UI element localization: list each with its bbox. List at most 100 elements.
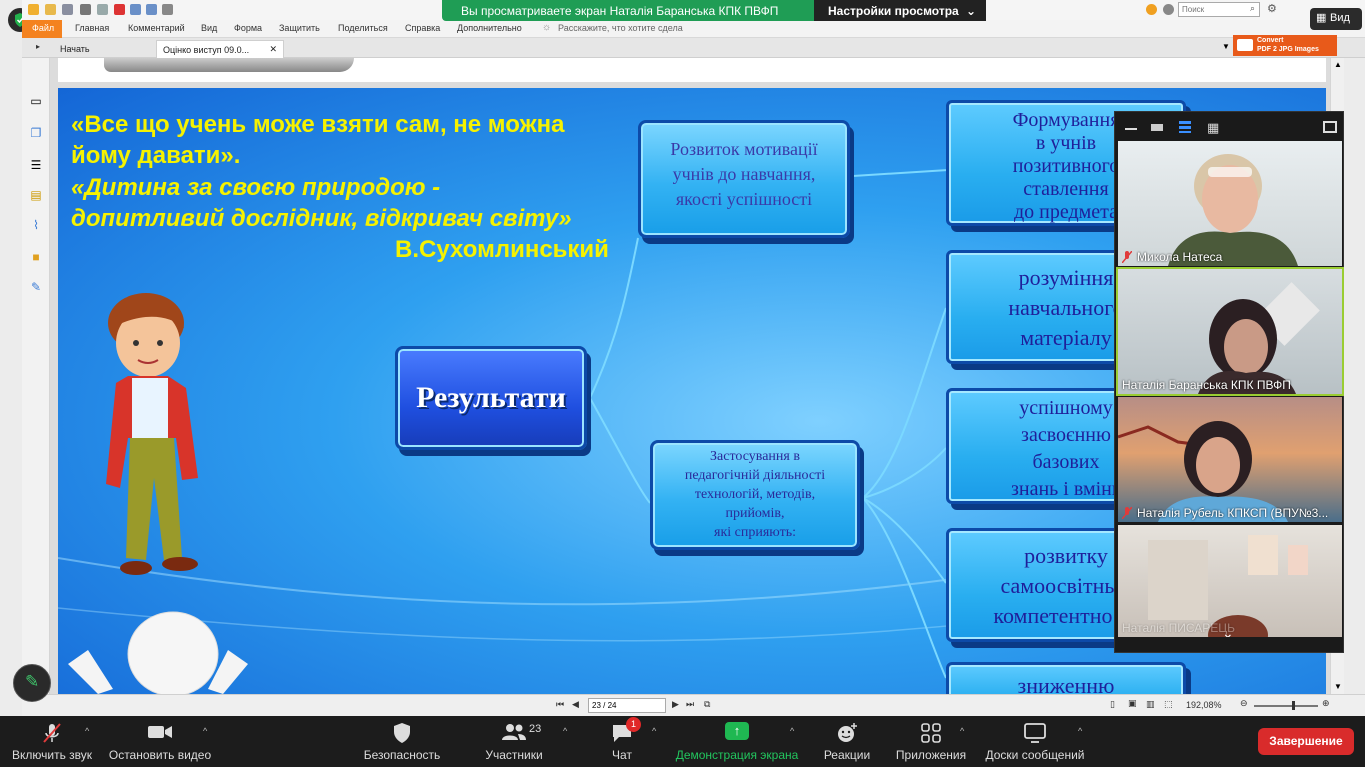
reactions-button[interactable]: Реакции [818, 716, 876, 767]
quote-author: В.Сухомлинський [395, 236, 609, 263]
search-icon[interactable]: ⌕ [1250, 3, 1255, 14]
prev-page-icon[interactable]: ◀ [572, 699, 579, 710]
page-view-icon[interactable]: ⧉ [704, 699, 710, 710]
page-icon[interactable]: ▭ [29, 94, 43, 108]
minimize-icon[interactable] [1125, 128, 1137, 130]
tab-comment[interactable]: Комментарий [128, 23, 185, 33]
settings-icon[interactable]: ⚙ [1267, 2, 1277, 15]
whiteboards-button[interactable]: Доски сообщений [980, 716, 1090, 767]
dropdown-icon[interactable]: ▼ [1222, 42, 1230, 51]
participants-button[interactable]: 23 Участники [478, 716, 550, 767]
tab-protect[interactable]: Защитить [279, 23, 320, 33]
share-options-caret[interactable]: ^ [790, 726, 794, 736]
meeting-toolbar: Включить звук ^ Остановить видео ^ Безоп… [0, 716, 1365, 767]
application-line-1: Застосування в [710, 449, 800, 464]
unmute-button[interactable]: Включить звук [4, 716, 100, 767]
participant-tile[interactable]: Микола Натеса [1118, 141, 1342, 266]
zoom-slider-thumb[interactable] [1292, 701, 1295, 710]
copy-icon[interactable] [97, 4, 108, 15]
zoom-level[interactable]: 192,08% [1186, 700, 1222, 710]
strip-view-icon[interactable] [1179, 121, 1191, 133]
close-icon[interactable]: ✕ [269, 44, 277, 55]
chat-button[interactable]: 1 Чат [602, 716, 642, 767]
tab-help[interactable]: Справка [405, 23, 440, 33]
tab-home[interactable]: Главная [75, 23, 109, 33]
whiteboards-options-caret[interactable]: ^ [1078, 726, 1082, 736]
new-doc-icon[interactable] [114, 4, 125, 15]
scroll-down-icon[interactable]: ▼ [1334, 682, 1342, 691]
view-label: Вид [1330, 12, 1350, 24]
speaker-view-icon[interactable] [1151, 124, 1163, 131]
motivation-line-3: якості успішності [675, 189, 813, 209]
apps-icon [921, 723, 941, 743]
apps-button[interactable]: Приложения [892, 716, 970, 767]
redo-icon[interactable] [146, 4, 157, 15]
lock-icon[interactable]: ■ [29, 250, 43, 264]
view-settings-button[interactable]: Настройки просмотра ⌄ [814, 0, 986, 21]
open-icon[interactable] [28, 4, 39, 15]
end-meeting-button[interactable]: Завершение [1258, 728, 1354, 755]
tab-form[interactable]: Форма [234, 23, 262, 33]
hand-tool-icon[interactable] [162, 4, 173, 15]
participant-name: Наталія Рубель КПКСП (ВПУ№3... [1122, 506, 1328, 520]
comments-icon[interactable]: ▤ [29, 188, 43, 202]
tell-me-field[interactable]: Расскажите, что хотите сдела [558, 23, 683, 33]
video-options-caret[interactable]: ^ [203, 726, 207, 736]
participant-tile[interactable]: Наталія Баранська КПК ПВФП [1116, 267, 1344, 396]
participant-name: Наталія ПИСАРЕЦЬ [1122, 621, 1235, 635]
apps-options-caret[interactable]: ^ [960, 726, 964, 736]
chat-options-caret[interactable]: ^ [652, 726, 656, 736]
view-button[interactable]: ▦ Вид [1310, 8, 1362, 30]
audio-options-caret[interactable]: ^ [85, 726, 89, 736]
first-page-icon[interactable]: ⏮ [556, 699, 564, 710]
fit-width-icon[interactable]: ⬚ [1164, 699, 1173, 710]
facing-page-icon[interactable]: ▥ [1146, 699, 1155, 710]
scroll-up-icon[interactable]: ▲ [1334, 60, 1342, 69]
application-box: Застосування в педагогічній діяльності т… [650, 440, 860, 550]
participants-icon [502, 724, 526, 740]
tab-share[interactable]: Поделиться [338, 23, 388, 33]
continuous-page-icon[interactable]: ▣ [1128, 698, 1137, 709]
folder-icon[interactable] [45, 4, 56, 15]
stop-video-button[interactable]: Остановить видео [106, 716, 214, 767]
zoom-in-icon[interactable]: ⊕ [1322, 698, 1330, 709]
annotate-pen-button[interactable]: ✎ [13, 664, 51, 702]
user-icon[interactable] [1163, 4, 1174, 15]
tab-extra[interactable]: Дополнительно [457, 23, 522, 33]
document-tabs: ▸ Начать Оцiнко виступ 09.0... ✕ ▼ Conve… [22, 35, 1365, 58]
convert-ad-banner[interactable]: Convert PDF 2 JPG Images [1233, 35, 1337, 56]
tab-view[interactable]: Вид [201, 23, 217, 33]
participant-tile[interactable]: Наталія Рубель КПКСП (ВПУ№3... [1118, 397, 1342, 522]
signature-icon[interactable]: ✎ [29, 280, 43, 294]
undo-icon[interactable] [130, 4, 141, 15]
pages-icon[interactable]: ❐ [29, 126, 43, 140]
gallery-view-icon[interactable]: ▦ [1207, 121, 1219, 134]
bulb-icon[interactable] [1146, 4, 1157, 15]
share-screen-label: Демонстрация экрана [675, 748, 799, 762]
security-button[interactable]: Безопасность [358, 716, 446, 767]
attachment-icon[interactable]: ⌇ [29, 218, 43, 232]
search-input[interactable] [1178, 2, 1260, 17]
participants-label: Участники [485, 748, 543, 762]
convert-ad-line2: PDF 2 JPG Images [1257, 46, 1319, 53]
tab-document[interactable]: Оцiнко виступ 09.0... ✕ [156, 40, 284, 58]
participants-options-caret[interactable]: ^ [563, 726, 567, 736]
share-screen-button[interactable]: ↑ Демонстрация экрана [672, 716, 802, 767]
tab-file[interactable]: Файл [22, 20, 62, 38]
tab-start[interactable]: Начать [54, 40, 96, 58]
single-page-icon[interactable]: ▯ [1110, 699, 1115, 710]
chevron-down-icon[interactable]: ⌄ [1222, 625, 1234, 637]
zoom-out-icon[interactable]: ⊖ [1240, 698, 1248, 709]
next-page-icon[interactable]: ▶ [672, 699, 679, 710]
layers-icon[interactable]: ☰ [29, 158, 43, 172]
page-number-field[interactable] [588, 698, 666, 713]
participant-tile[interactable]: Наталія ПИСАРЕЦЬ ⌄ [1118, 525, 1342, 637]
previous-page-strip [58, 58, 1326, 82]
print-icon[interactable] [80, 4, 91, 15]
exit-panel-icon[interactable] [1323, 121, 1337, 133]
menu-arrow-icon[interactable]: ▸ [36, 42, 40, 51]
view-settings-label: Настройки просмотра [828, 4, 959, 18]
zoom-slider[interactable] [1254, 705, 1318, 707]
last-page-icon[interactable]: ⏭ [686, 699, 694, 710]
save-icon[interactable] [62, 4, 73, 15]
